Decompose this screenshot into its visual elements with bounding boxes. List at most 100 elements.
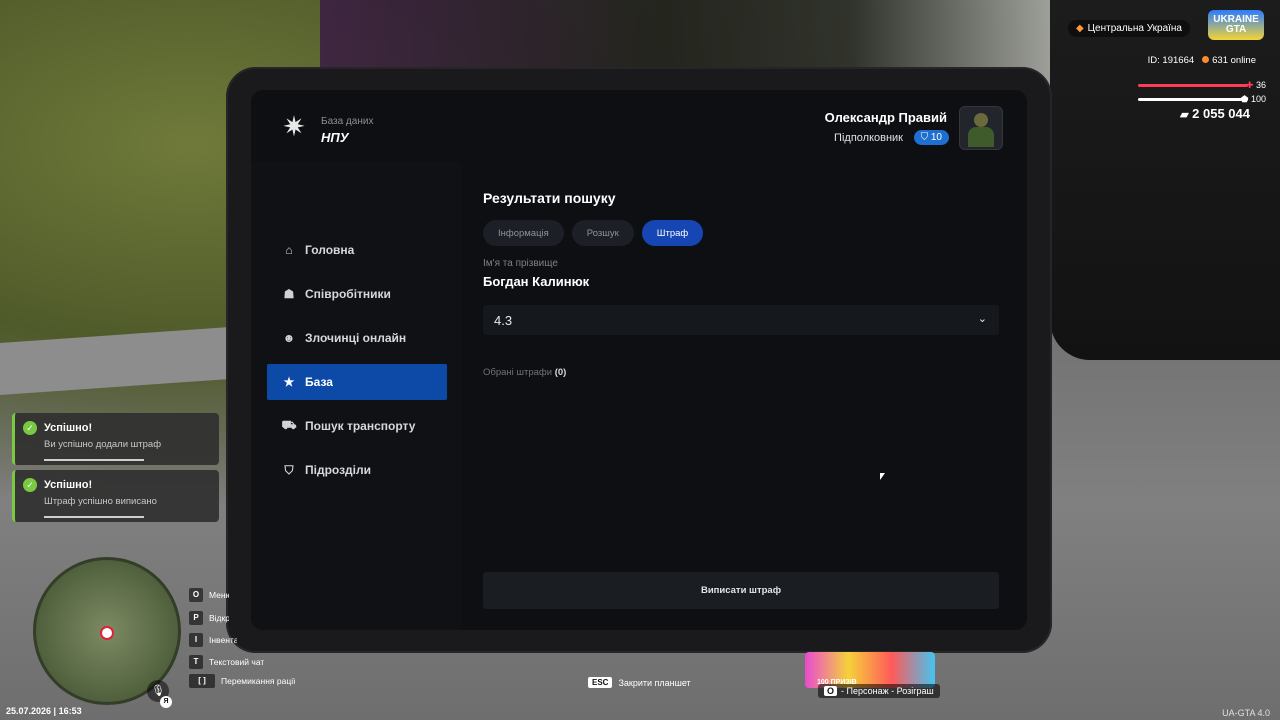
close-tablet-hint: ESC Закрити планшет bbox=[588, 677, 691, 688]
online-icon bbox=[1202, 56, 1210, 63]
armor-number: 100 bbox=[1250, 94, 1266, 104]
avatar bbox=[959, 106, 1003, 150]
region-name: Центральна Україна bbox=[1087, 23, 1182, 34]
hint-open: P Відкрити bbox=[189, 611, 229, 625]
brand-subtitle: База даних bbox=[321, 116, 374, 127]
shield-icon: ⛉ bbox=[284, 462, 294, 477]
notification-progress bbox=[44, 459, 144, 461]
hint-radio: [ ] Перемикання рації bbox=[189, 674, 295, 688]
close-tablet-label: Закрити планшет bbox=[618, 677, 691, 688]
tab-information[interactable]: Інформація bbox=[483, 220, 564, 246]
hint-key: O bbox=[824, 686, 838, 696]
notification-success-2: ✓ Успішно! Штраф успішно виписано bbox=[12, 470, 219, 522]
criminal-icon: ☻ bbox=[282, 331, 296, 345]
sidebar-item-label: Головна bbox=[305, 243, 355, 257]
employees-icon: ☗ bbox=[283, 287, 295, 301]
tab-fine[interactable]: Штраф bbox=[641, 220, 704, 246]
date-time: 25.07.2026 | 16:53 bbox=[6, 706, 82, 716]
police-tablet: ✷ База даних НПУ Олександр Правий Підпол… bbox=[226, 67, 1052, 653]
hint-label: - Персонаж - Розіграш bbox=[841, 686, 934, 696]
notification-progress bbox=[44, 516, 144, 518]
sidebar-item-vehicle-search[interactable]: ⛟ Пошук транспорту bbox=[267, 408, 447, 444]
hint-label: Меню bbox=[209, 590, 229, 600]
hint-key: I bbox=[189, 633, 203, 647]
hint-label: Інвентар bbox=[209, 635, 237, 645]
region-indicator: ◆ Центральна Україна bbox=[1067, 20, 1190, 37]
online-count: 631 online bbox=[1212, 55, 1256, 66]
game-logo: UKRAINE GTA bbox=[1208, 10, 1264, 40]
fine-article-value: 4.3 bbox=[494, 313, 513, 328]
sidebar-item-home[interactable]: ⌂ Головна bbox=[267, 232, 447, 268]
user-level-badge: ⛉ 10 bbox=[913, 130, 949, 145]
hint-inventory: I Інвентар bbox=[189, 633, 237, 647]
logo-text: UKRAINE GTA bbox=[1213, 15, 1259, 35]
background-truck bbox=[1050, 0, 1280, 360]
sidebar-item-label: Підрозділи bbox=[305, 463, 371, 477]
player-info: ID: 191664 631 online bbox=[1148, 55, 1256, 66]
star-icon: ★ bbox=[283, 375, 295, 389]
name-label: Ім'я та прізвище bbox=[483, 258, 558, 269]
logo-bottom: GTA bbox=[1225, 24, 1247, 35]
page-title: Результати пошуку bbox=[483, 190, 616, 206]
hint-label: Текстовий чат bbox=[209, 657, 265, 667]
sidebar-item-label: Пошук транспорту bbox=[305, 419, 416, 433]
hint-text-chat: T Текстовий чат bbox=[189, 655, 264, 669]
check-icon: ✓ bbox=[23, 421, 37, 435]
money-value: 2 055 044 bbox=[1192, 106, 1250, 121]
location-pin-icon: ◆ bbox=[1075, 23, 1084, 34]
user-level: 10 bbox=[930, 132, 942, 143]
armor-bar bbox=[1138, 98, 1248, 101]
result-tabs: Інформація Розшук Штраф bbox=[483, 220, 704, 246]
car-icon: ⛟ bbox=[281, 418, 297, 432]
hint-key: O bbox=[189, 588, 203, 602]
user-rank: Підполковник bbox=[834, 132, 903, 144]
sidebar-item-label: Співробітники bbox=[305, 287, 391, 301]
sidebar-item-criminals-online[interactable]: ☻ Злочинці онлайн bbox=[267, 320, 447, 356]
hint-key: [ ] bbox=[189, 674, 215, 688]
hint-key: P bbox=[189, 611, 203, 625]
hint-label: Перемикання рації bbox=[221, 676, 296, 686]
armor-value: ⬟ 100 bbox=[1241, 94, 1266, 105]
hint-label: Відкрити bbox=[209, 613, 229, 623]
selected-fines: Обрані штрафи (0) bbox=[483, 367, 566, 378]
issue-fine-button[interactable]: Виписати штраф bbox=[483, 572, 999, 609]
player-marker-icon bbox=[100, 626, 114, 640]
esc-key: ESC bbox=[588, 677, 613, 688]
fine-article-select[interactable]: 4.3 ⌄ bbox=[483, 305, 999, 335]
notification-title: Успішно! bbox=[44, 422, 93, 434]
sidebar-item-database[interactable]: ★ База bbox=[267, 364, 447, 400]
tablet-header: ✷ База даних НПУ Олександр Правий Підпол… bbox=[251, 90, 1027, 162]
user-name: Олександр Правий bbox=[824, 110, 947, 125]
game-version: UA-GTA 4.0 bbox=[1222, 708, 1270, 718]
selected-fines-label: Обрані штрафи bbox=[483, 367, 553, 378]
character-giveaway-hint: O- Персонаж - Розіграш bbox=[818, 684, 940, 698]
mouse-cursor-icon bbox=[880, 473, 885, 480]
hint-menu: O Меню bbox=[189, 588, 229, 602]
notification-message: Ви успішно додали штраф bbox=[44, 439, 162, 450]
background-curb bbox=[0, 326, 230, 396]
brand-title: НПУ bbox=[321, 130, 349, 145]
health-number: 36 bbox=[1255, 80, 1266, 90]
sidebar-item-departments[interactable]: ⛉ Підрозділи bbox=[267, 452, 447, 488]
badge-shield-icon: ⛉ bbox=[920, 132, 929, 143]
check-icon: ✓ bbox=[23, 478, 37, 492]
promo-banner[interactable]: 100 ПРИЗІВ bbox=[805, 652, 935, 688]
tablet-screen: ✷ База даних НПУ Олександр Правий Підпол… bbox=[251, 90, 1027, 630]
notification-message: Штраф успішно виписано bbox=[44, 496, 157, 507]
sidebar-item-employees[interactable]: ☗ Співробітники bbox=[267, 276, 447, 312]
chevron-down-icon: ⌄ bbox=[977, 313, 987, 325]
sidebar: ⌂ Головна ☗ Співробітники ☻ Злочинці онлайн… bbox=[251, 162, 461, 630]
voice-key: Я bbox=[160, 696, 172, 708]
name-value: Богдан Калинюк bbox=[483, 274, 590, 289]
search-results-panel: Результати пошуку Інформація Розшук Штра… bbox=[483, 162, 1003, 630]
health-bar bbox=[1138, 84, 1248, 87]
notification-title: Успішно! bbox=[44, 479, 93, 491]
cash-icon: ▰ bbox=[1180, 109, 1189, 121]
police-emblem-icon: ✷ bbox=[282, 111, 306, 142]
hint-key: T bbox=[189, 655, 203, 669]
tab-wanted[interactable]: Розшук bbox=[571, 220, 634, 246]
player-id: ID: 191664 bbox=[1147, 55, 1195, 66]
notification-success-1: ✓ Успішно! Ви успішно додали штраф bbox=[12, 413, 219, 465]
selected-fines-count: (0) bbox=[554, 367, 567, 378]
sidebar-item-label: База bbox=[305, 375, 333, 389]
